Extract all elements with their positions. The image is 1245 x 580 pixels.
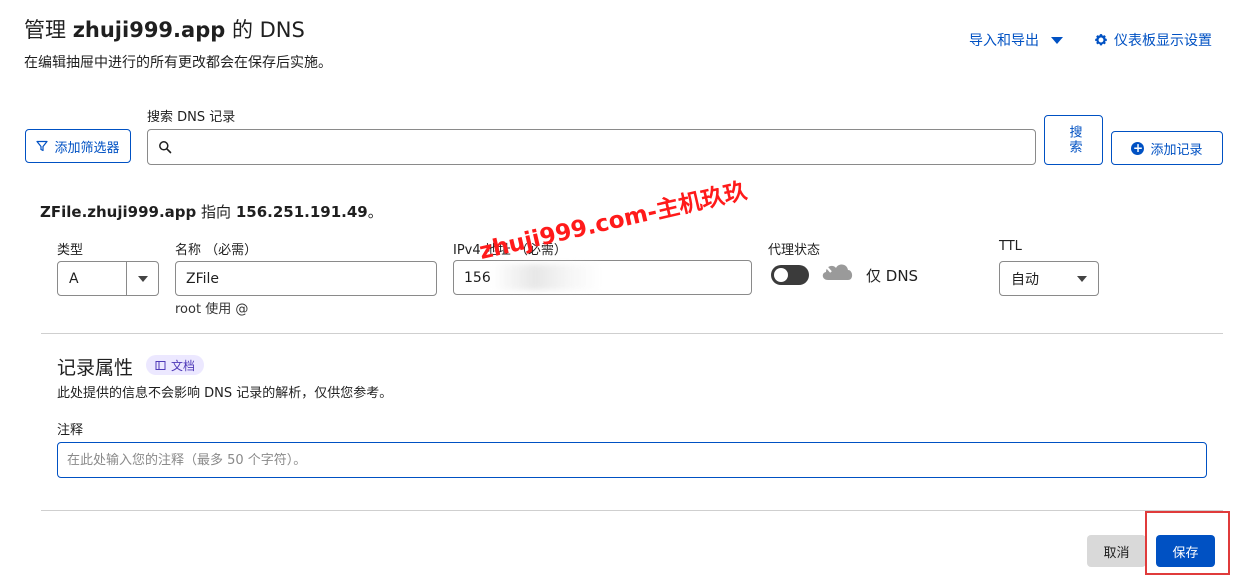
caret-down-icon [137,275,148,282]
type-label: 类型 [57,243,84,258]
name-label: 名称 （必需） [175,243,258,258]
record-attributes-title: 记录属性 [57,357,134,379]
type-select[interactable]: A [57,261,159,296]
ttl-label: TTL [999,239,1022,254]
import-export-menu[interactable]: 导入和导出 [969,30,1063,50]
filter-icon [36,140,49,152]
search-label: 搜索 DNS 记录 [147,110,236,125]
redaction-blur [492,264,600,290]
search-icon [159,141,172,154]
plus-circle-icon: + [1131,140,1145,155]
record-name: ZFile.zhuji999.app [40,203,197,221]
add-filter-button[interactable]: 添加筛选器 [25,129,131,163]
book-icon [155,360,166,370]
import-export-label: 导入和导出 [969,33,1039,49]
page-title: 管理 zhuji999.app 的 DNS [24,14,305,44]
save-highlight-box [1145,511,1230,575]
documentation-badge[interactable]: 文档 [146,355,205,375]
caret-down-icon [1051,36,1063,44]
title-prefix: 管理 [24,18,66,42]
toggle-knob [774,268,788,282]
documentation-label: 文档 [171,358,196,373]
divider [41,333,1223,334]
ttl-select[interactable]: 自动 [999,261,1099,296]
title-suffix: 的 DNS [231,18,305,42]
add-record-button[interactable]: + 添加记录 [1111,131,1223,165]
dashboard-settings-label: 仪表板显示设置 [1114,33,1212,49]
search-button-label: 搜索 [1066,125,1082,155]
record-ip: 156.251.191.49 [235,203,368,221]
type-dropdown-arrow [126,262,158,295]
add-record-label: 添加记录 [1150,142,1203,158]
name-hint: root 使用 @ [175,302,249,317]
record-points-to: 指向 [201,203,232,221]
cancel-button[interactable]: 取消 [1087,535,1146,567]
gear-icon [1095,34,1107,46]
add-filter-label: 添加筛选器 [54,140,120,156]
proxy-status-label: 代理状态 [768,243,821,258]
ttl-value: 自动 [1011,271,1039,288]
comment-label: 注释 [57,423,84,438]
record-attributes-description: 此处提供的信息不会影响 DNS 记录的解析，仅供您参考。 [57,386,393,401]
search-field [147,129,1036,165]
proxy-toggle[interactable] [771,265,809,285]
search-input[interactable] [172,130,1035,164]
divider [41,510,1223,511]
type-value: A [69,270,79,287]
name-input[interactable] [175,261,437,296]
proxy-status-text: 仅 DNS [866,267,919,285]
caret-down-icon [1077,275,1087,282]
search-button[interactable]: 搜索 [1044,115,1103,165]
comment-input[interactable] [57,442,1207,478]
watermark-text: zhuji999.com-主机玖玖 [476,178,750,266]
record-summary: ZFile.zhuji999.app 指向 156.251.191.49。 [40,201,383,222]
record-summary-end: 。 [367,203,383,221]
title-domain: zhuji999.app [72,18,226,42]
page-subtitle: 在编辑抽屉中进行的所有更改都会在保存后实施。 [24,55,332,71]
dashboard-settings-link[interactable]: 仪表板显示设置 [1094,30,1212,50]
cloud-icon [822,262,853,280]
